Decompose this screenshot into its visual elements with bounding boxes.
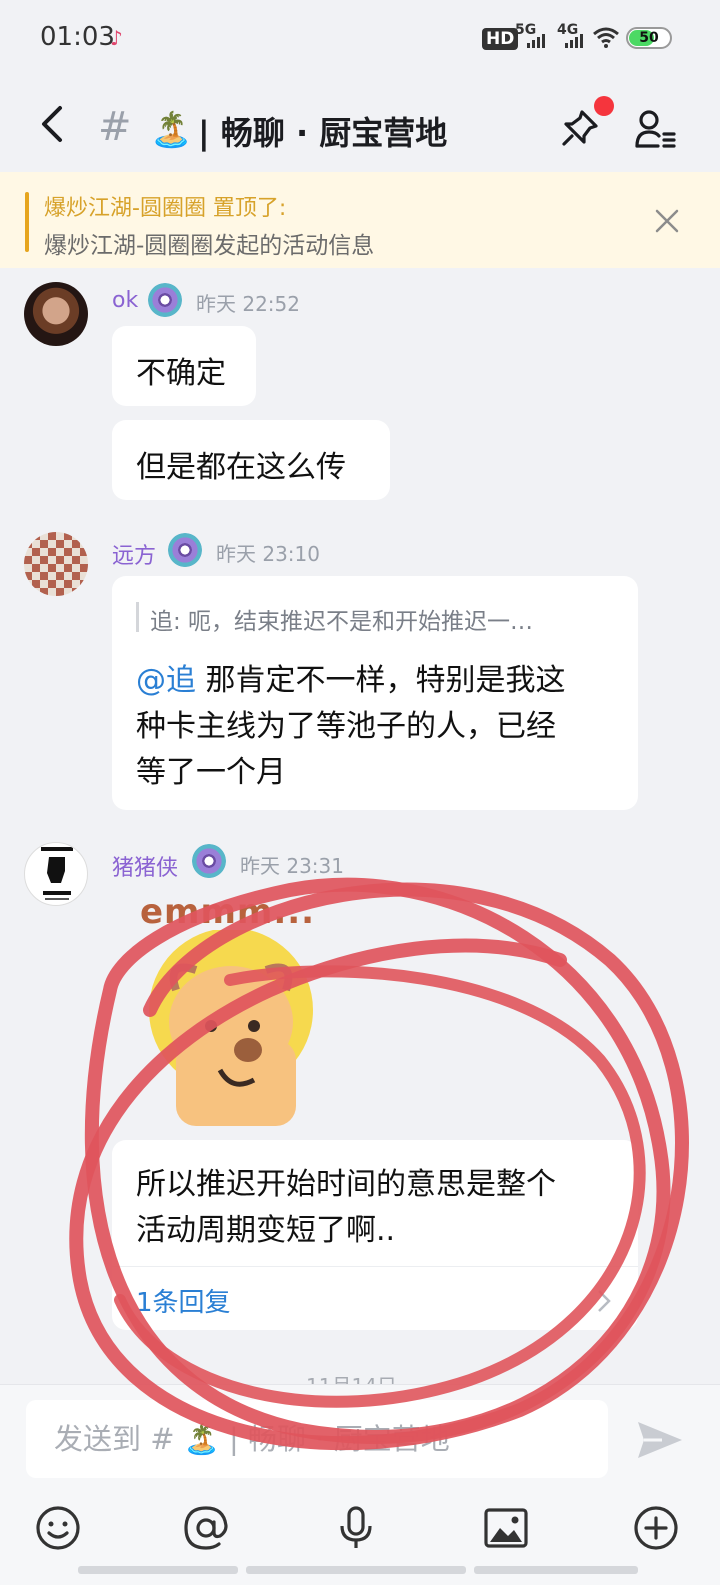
close-icon[interactable] [654, 208, 680, 234]
level-badge-icon [192, 844, 226, 878]
message-bubble[interactable]: 不确定 [112, 326, 256, 406]
send-icon[interactable] [636, 1418, 684, 1462]
wifi-icon [593, 27, 619, 48]
signal-icon [565, 34, 587, 48]
plus-icon[interactable] [632, 1504, 680, 1552]
mention-link[interactable]: @追 [136, 663, 196, 698]
notification-dot [594, 96, 614, 116]
battery-icon: 50 [626, 27, 672, 49]
status-time: 01:03 [40, 22, 115, 52]
message-text: 但是都在这么传 [136, 450, 346, 485]
channel-hash-icon: # [98, 104, 132, 150]
signal-icon [527, 34, 549, 48]
pinned-banner[interactable]: 爆炒江湖-圆圈圈 置顶了: 爆炒江湖-圆圈圈发起的活动信息 [0, 172, 720, 268]
tiktok-icon: ♪ [110, 26, 123, 50]
message-text-line: 那肯定不一样，特别是我这 [196, 663, 566, 698]
members-icon[interactable] [634, 108, 676, 150]
channel-emoji: 🏝️ [150, 110, 193, 150]
message-text-line: 等了一个月 [136, 755, 286, 790]
message-text: 所以推迟开始时间的意思是整个 活动周期变短了啊.. [136, 1162, 556, 1254]
message-bubble[interactable]: 所以推迟开始时间的意思是整个 活动周期变短了啊.. 1条回复 [112, 1140, 638, 1330]
hd-icon: HD [482, 28, 519, 50]
message-input[interactable]: 发送到 # 🏝️ | 畅聊 · 厨宝营地 [26, 1400, 608, 1478]
channel-title[interactable]: | 畅聊 · 厨宝营地 [198, 108, 447, 154]
sticker-character-icon [149, 930, 313, 1126]
sticker-caption: emmm... [140, 892, 316, 932]
pinned-accent-bar [25, 192, 29, 252]
pin-icon[interactable] [560, 108, 600, 148]
message-text: 不确定 [136, 356, 226, 391]
pinned-content: 爆炒江湖-圆圈圈发起的活动信息 [44, 233, 375, 259]
reply-count-link[interactable]: 1条回复 [136, 1282, 231, 1319]
message-time: 昨天 23:10 [216, 542, 320, 566]
gesture-bar [78, 1566, 638, 1574]
avatar[interactable] [24, 532, 88, 596]
message-username[interactable]: 猪猪侠 [112, 850, 178, 882]
status-bar: 01:03 ♪ HD 5G 4G 50 [0, 0, 720, 80]
mention-icon[interactable] [182, 1504, 230, 1552]
message-bubble[interactable]: 但是都在这么传 [112, 420, 390, 500]
message-text-line: 所以推迟开始时间的意思是整个 [136, 1167, 556, 1202]
message-time: 昨天 23:31 [240, 854, 344, 878]
message-text-line: 种卡主线为了等池子的人，已经 [136, 709, 556, 744]
level-badge-icon [148, 283, 182, 317]
message-username[interactable]: ok [112, 288, 138, 313]
avatar[interactable] [24, 282, 88, 346]
message-text: @追 那肯定不一样，特别是我这 种卡主线为了等池子的人，已经 等了一个月 [136, 658, 566, 796]
message-text-line: 活动周期变短了啊.. [136, 1213, 396, 1248]
divider [112, 1266, 638, 1267]
image-icon[interactable] [482, 1504, 530, 1552]
message-bubble[interactable]: 追: 呃，结束推迟不是和开始推迟一… @追 那肯定不一样，特别是我这 种卡主线为… [112, 576, 638, 810]
level-badge-icon [168, 533, 202, 567]
microphone-icon[interactable] [332, 1504, 380, 1552]
back-icon[interactable] [38, 104, 68, 144]
battery-level: 50 [639, 30, 659, 46]
chevron-right-icon [598, 1290, 611, 1312]
message-time: 昨天 22:52 [196, 292, 300, 316]
fist-icon [41, 847, 73, 900]
message-username[interactable]: 远方 [112, 538, 156, 570]
pinned-label: 爆炒江湖-圆圈圈 置顶了: [44, 196, 287, 221]
quoted-message[interactable]: 追: 呃，结束推迟不是和开始推迟一… [150, 602, 533, 636]
sticker[interactable]: emmm... [136, 890, 346, 1130]
avatar[interactable] [24, 842, 88, 906]
emoji-icon[interactable] [34, 1504, 82, 1552]
quote-bar [136, 602, 139, 632]
